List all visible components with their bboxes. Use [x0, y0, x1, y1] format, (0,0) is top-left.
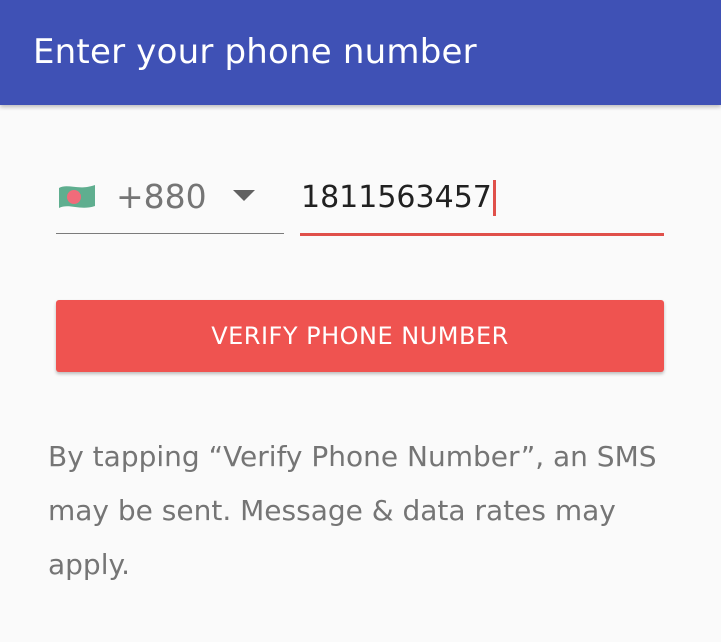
bangladesh-flag-icon [59, 185, 95, 208]
phone-number-text: 1811563457 [301, 180, 492, 215]
country-dial-code: +880 [116, 177, 207, 216]
page-title: Enter your phone number [33, 32, 477, 72]
arrow-drop-down-icon[interactable] [233, 190, 255, 201]
country-code-picker[interactable]: +880 [56, 168, 284, 234]
text-cursor [492, 180, 496, 216]
verify-phone-number-button[interactable]: VERIFY PHONE NUMBER [56, 300, 664, 372]
phone-number-value: 1811563457 [301, 178, 496, 218]
sms-disclaimer-text: By tapping “Verify Phone Number”, an SMS… [48, 440, 657, 581]
phone-number-input[interactable]: 1811563457 [300, 168, 664, 236]
app-bar: Enter your phone number [0, 0, 721, 105]
